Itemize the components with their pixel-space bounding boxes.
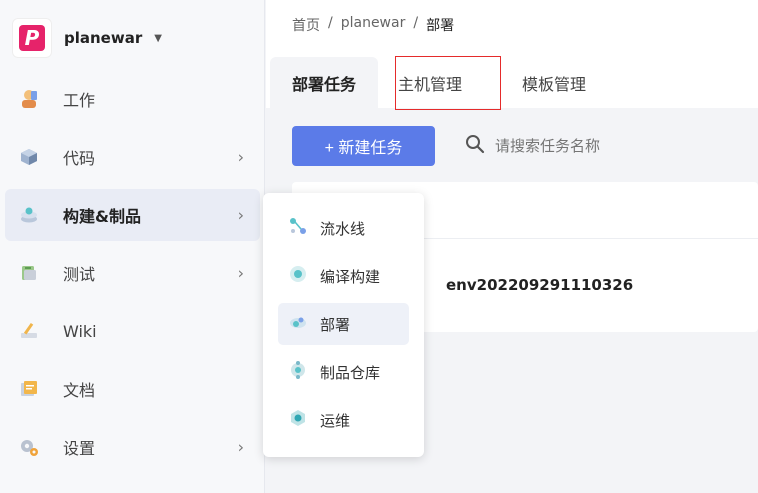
tab-bar: 部署任务 主机管理 模板管理	[270, 56, 608, 110]
sidebar-item-label: Wiki	[63, 321, 97, 341]
sidebar-item-label: 文档	[63, 381, 96, 400]
submenu-label: 运维	[320, 411, 351, 430]
sidebar-item-label: 设置	[63, 439, 96, 458]
sidebar-nav: 工作 代码 › 构建&制品 › 测试 › Wiki 文档 设置 ›	[5, 73, 260, 479]
chevron-right-icon: ›	[237, 147, 244, 167]
search-icon	[465, 134, 485, 158]
project-name: planewar	[64, 29, 143, 47]
submenu-item-ops[interactable]: 运维	[278, 399, 409, 441]
page-header: 首页 / planewar / 部署 部署任务 主机管理 模板管理	[266, 0, 758, 110]
tab-template-management[interactable]: 模板管理	[500, 57, 608, 108]
breadcrumb-home[interactable]: 首页	[292, 15, 320, 35]
ops-icon	[288, 408, 308, 432]
project-logo: P	[12, 18, 52, 58]
sidebar-item-label: 工作	[63, 91, 96, 110]
breadcrumb-project[interactable]: planewar	[341, 15, 406, 35]
sidebar-item-label: 代码	[63, 149, 96, 168]
sidebar-item-label: 构建&制品	[63, 207, 141, 226]
tab-label: 模板管理	[522, 74, 587, 94]
search-input[interactable]	[495, 137, 695, 155]
project-logo-mark: P	[19, 25, 45, 51]
tab-label: 部署任务	[292, 74, 357, 94]
sidebar-item-build[interactable]: 构建&制品 ›	[5, 189, 260, 241]
submenu-label: 部署	[320, 315, 351, 334]
breadcrumb-separator: /	[413, 15, 419, 31]
project-switcher[interactable]: P planewar ▼	[12, 18, 162, 58]
breadcrumb-separator: /	[328, 15, 333, 31]
submenu-item-pipeline[interactable]: 流水线	[278, 207, 409, 249]
test-icon	[17, 261, 41, 285]
sidebar-item-wiki[interactable]: Wiki	[5, 305, 260, 357]
sidebar: P planewar ▼ 工作 代码 › 构建&制品 › 测试 › Wiki 文…	[0, 0, 265, 493]
compile-icon	[288, 264, 308, 288]
pipeline-icon	[288, 216, 308, 240]
submenu-item-artifact-repo[interactable]: 制品仓库	[278, 351, 409, 393]
submenu-label: 编译构建	[320, 267, 381, 286]
deploy-icon	[288, 312, 308, 336]
submenu-label: 制品仓库	[320, 363, 381, 382]
tab-label: 主机管理	[398, 75, 463, 94]
caret-down-icon[interactable]: ▼	[154, 33, 162, 44]
settings-icon	[17, 435, 41, 459]
submenu-item-deploy[interactable]: 部署	[278, 303, 409, 345]
breadcrumb: 首页 / planewar / 部署	[292, 15, 454, 35]
task-name[interactable]: env20220929111032​6	[446, 276, 633, 294]
sidebar-item-test[interactable]: 测试 ›	[5, 247, 260, 299]
breadcrumb-current: 部署	[426, 18, 455, 34]
sidebar-item-docs[interactable]: 文档	[5, 363, 260, 415]
sidebar-item-settings[interactable]: 设置 ›	[5, 421, 260, 473]
sidebar-item-code[interactable]: 代码 ›	[5, 131, 260, 183]
chevron-right-icon: ›	[237, 205, 244, 225]
build-icon	[17, 203, 41, 227]
chevron-right-icon: ›	[237, 437, 244, 457]
docs-icon	[17, 377, 41, 401]
code-icon	[17, 145, 41, 169]
submenu-item-compile[interactable]: 编译构建	[278, 255, 409, 297]
sidebar-item-label: 测试	[63, 265, 96, 284]
new-task-button[interactable]: + 新建任务	[292, 126, 435, 166]
submenu-label: 流水线	[320, 219, 366, 238]
search-box	[465, 134, 695, 158]
work-icon	[17, 87, 41, 111]
tab-deploy-tasks[interactable]: 部署任务	[270, 57, 379, 108]
tab-host-management[interactable]: 主机管理	[395, 56, 502, 110]
toolbar: + 新建任务	[292, 126, 695, 166]
chevron-right-icon: ›	[237, 263, 244, 283]
build-submenu: 流水线 编译构建 部署 制品仓库 运维	[263, 193, 424, 457]
sidebar-item-work[interactable]: 工作	[5, 73, 260, 125]
wiki-icon	[17, 319, 41, 343]
artifact-repo-icon	[288, 360, 308, 384]
